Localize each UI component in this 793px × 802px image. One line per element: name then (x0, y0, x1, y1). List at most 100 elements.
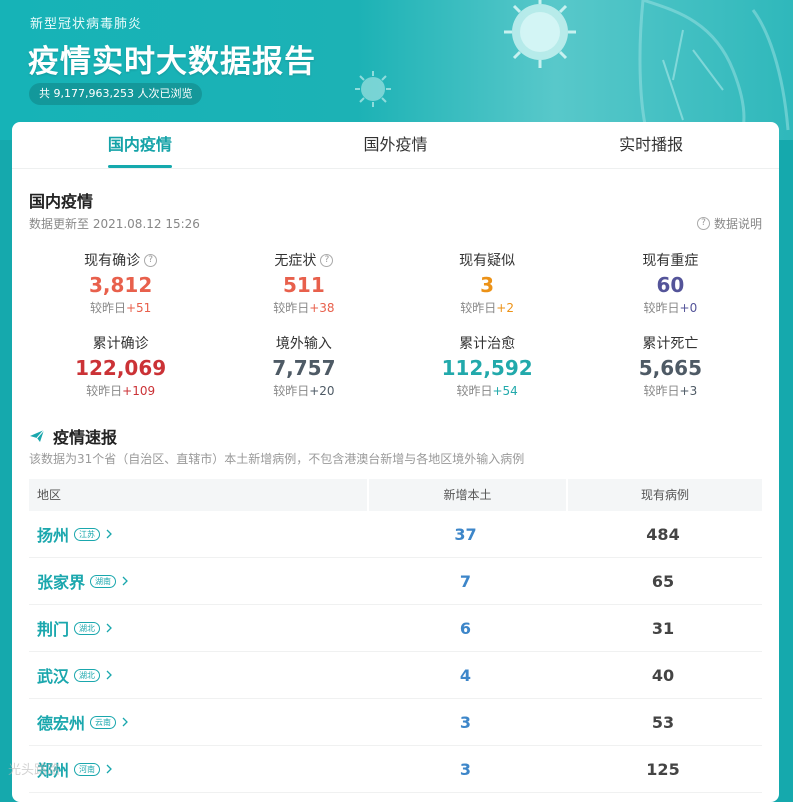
data-explanation-link[interactable]: ? 数据说明 (696, 215, 762, 232)
flash-report-table: 地区 新增本土 现有病例 扬州 江苏 37 484 张家界 湖南 7 65 荆门 湖北 6 31 武汉湖… (29, 479, 762, 793)
view-count-badge: 共 9,177,963,253 人次已浏览 (29, 83, 203, 105)
tab-overseas[interactable]: 国外疫情 (268, 122, 524, 168)
region-cell[interactable]: 张家界 湖南 (29, 569, 367, 593)
stat-value: 7,757 (272, 356, 336, 380)
current-cases-cell: 125 (646, 759, 680, 779)
compare-label: 较昨日 (643, 301, 680, 315)
stat-value: 511 (283, 273, 325, 297)
province-tag: 河南 (74, 762, 101, 776)
stat-label: 现有疑似 (459, 253, 516, 269)
flash-report-note: 该数据为31个省（自治区、直辖市）本土新增病例，不包含港澳台新增与各地区境外输入… (29, 452, 525, 466)
tab-bar: 国内疫情 国外疫情 实时播报 (12, 122, 779, 169)
stat-value: 112,592 (441, 356, 533, 380)
flash-report-header: 疫情速报 (29, 424, 117, 448)
city-name: 扬州 (37, 526, 70, 545)
new-local-cell: 37 (454, 524, 477, 544)
help-icon: ? (696, 217, 710, 230)
stat-delta: +20 (309, 384, 335, 398)
stats-row-cumulative: 累计确诊 122,069 较昨日+109 境外输入 7,757 较昨日+20 累… (29, 333, 762, 416)
stat-delta: +54 (492, 384, 518, 398)
table-body: 扬州 江苏 37 484 张家界 湖南 7 65 荆门 湖北 6 31 武汉 湖北 4 40 德宏州 云南 3 53 郑… (29, 511, 762, 793)
watermark: 光头路路 (8, 763, 61, 778)
compare-label: 较昨日 (273, 301, 310, 315)
stat-label: 现有重症 (642, 253, 699, 269)
help-icon[interactable]: ? (320, 253, 334, 267)
stats-grid: 现有确诊? 3,812 较昨日+51 无症状? 511 较昨日+38 现有疑似 … (29, 250, 762, 416)
stat-value: 3,812 (88, 273, 153, 297)
new-local-cell: 3 (459, 759, 472, 779)
stat-label: 累计治愈 (459, 336, 516, 352)
new-local-cell: 4 (459, 665, 472, 685)
stat-recovered: 累计治愈 112,592 较昨日+54 (396, 333, 579, 416)
region-cell[interactable]: 武汉 湖北 (29, 663, 367, 687)
stat-total-confirmed: 累计确诊 122,069 较昨日+109 (29, 333, 212, 416)
current-cases-cell: 31 (651, 618, 675, 638)
virus-illustration-small (355, 71, 391, 107)
main-card: 国内疫情 国外疫情 实时播报 国内疫情 数据更新至 2021.08.12 15:… (12, 122, 779, 802)
city-name: 荆门 (37, 620, 70, 639)
stat-delta: +3 (679, 384, 698, 398)
stat-delta: +51 (125, 301, 152, 315)
help-icon[interactable]: ? (144, 253, 158, 267)
paper-plane-icon (30, 429, 45, 442)
compare-label: 较昨日 (643, 384, 680, 398)
chevron-right-icon (106, 529, 112, 539)
table-row[interactable]: 扬州 江苏 37 484 (29, 511, 762, 558)
stat-delta: +2 (496, 301, 514, 315)
table-row[interactable]: 张家界 湖南 7 65 (29, 558, 762, 605)
compare-label: 较昨日 (460, 301, 497, 315)
table-header: 地区 新增本土 现有病例 (29, 479, 762, 511)
stat-value: 5,665 (638, 356, 702, 380)
new-local-cell: 6 (459, 618, 472, 638)
tab-live-report[interactable]: 实时播报 (523, 122, 779, 168)
city-name: 张家界 (37, 573, 86, 592)
stat-suspected: 现有疑似 3 较昨日+2 (396, 250, 579, 333)
stat-delta: +109 (122, 384, 156, 398)
region-cell[interactable]: 郑州 河南 (29, 757, 367, 781)
hero-banner: 新型冠状病毒肺炎 疫情实时大数据报告 共 9,177,963,253 人次已浏览 (0, 0, 793, 140)
table-row[interactable]: 荆门 湖北 6 31 (29, 605, 762, 652)
stat-value: 122,069 (75, 356, 167, 380)
region-cell[interactable]: 扬州 江苏 (29, 522, 367, 546)
stat-delta: +38 (309, 301, 335, 315)
current-cases-cell: 53 (651, 712, 675, 732)
stat-label: 现有确诊 (84, 253, 141, 269)
stats-row-current: 现有确诊? 3,812 较昨日+51 无症状? 511 较昨日+38 现有疑似 … (29, 250, 762, 333)
stat-label: 累计死亡 (642, 336, 699, 352)
compare-label: 较昨日 (456, 384, 493, 398)
column-header-new-local: 新增本土 (367, 479, 566, 511)
compare-label: 较昨日 (89, 301, 126, 315)
chevron-right-icon (122, 576, 128, 586)
chevron-right-icon (122, 717, 128, 727)
chevron-right-icon (106, 670, 112, 680)
table-row[interactable]: 德宏州 云南 3 53 (29, 699, 762, 746)
stat-label: 累计确诊 (92, 336, 149, 352)
city-name: 武汉 (37, 667, 70, 686)
update-time: 数据更新至 2021.08.12 15:26 (29, 217, 200, 231)
province-tag: 湖北 (74, 621, 101, 635)
stat-delta: +0 (679, 301, 698, 315)
virus-illustration-large (504, 0, 576, 68)
hero-title: 疫情实时大数据报告 (28, 44, 316, 80)
column-header-region: 地区 (37, 488, 62, 502)
chevron-right-icon (106, 764, 112, 774)
lung-illustration (638, 0, 790, 140)
hero-subtitle: 新型冠状病毒肺炎 (30, 17, 143, 32)
province-tag: 云南 (90, 715, 117, 729)
table-row[interactable]: 武汉 湖北 4 40 (29, 652, 762, 699)
city-name: 德宏州 (37, 714, 86, 733)
region-cell[interactable]: 德宏州 云南 (29, 710, 367, 734)
data-explanation-label: 数据说明 (713, 217, 762, 231)
flash-report-title: 疫情速报 (53, 428, 118, 447)
compare-label: 较昨日 (86, 384, 123, 398)
new-local-cell: 3 (459, 712, 472, 732)
stat-value: 60 (656, 273, 685, 297)
chevron-right-icon (106, 623, 112, 633)
compare-label: 较昨日 (273, 384, 310, 398)
stat-value: 3 (480, 273, 495, 297)
stat-deaths: 累计死亡 5,665 较昨日+3 (579, 333, 762, 416)
tab-domestic[interactable]: 国内疫情 (12, 122, 268, 168)
stat-severe: 现有重症 60 较昨日+0 (579, 250, 762, 333)
region-cell[interactable]: 荆门 湖北 (29, 616, 367, 640)
stat-imported: 境外输入 7,757 较昨日+20 (212, 333, 395, 416)
